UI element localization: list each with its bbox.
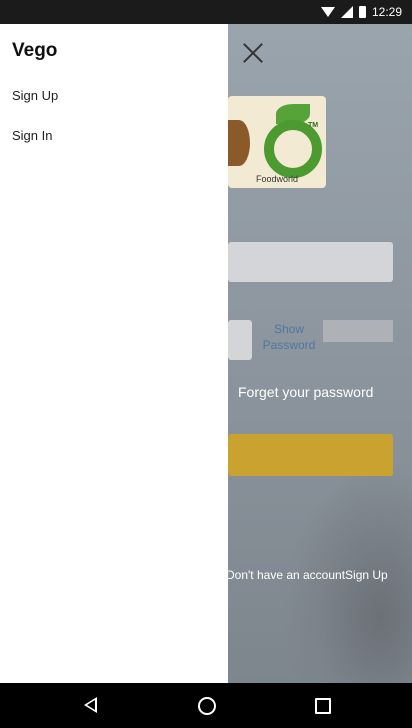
system-nav-bar (0, 683, 412, 728)
sign-up-prompt[interactable]: Don't have an accountSign Up (226, 568, 388, 582)
password-field-extension (323, 320, 393, 342)
sign-in-button[interactable] (228, 434, 393, 476)
recents-icon[interactable] (315, 698, 331, 714)
username-input[interactable] (228, 242, 393, 282)
logo-tm: TM (308, 122, 319, 129)
forget-password-link[interactable]: Forget your password (238, 384, 373, 400)
status-bar: 12:29 (0, 0, 412, 24)
logo-brown-shape (228, 120, 250, 166)
drawer-item-sign-in[interactable]: Sign In (12, 128, 52, 143)
logo-text: Foodworld (255, 174, 299, 184)
status-time: 12:29 (371, 5, 402, 19)
close-icon[interactable] (240, 40, 266, 66)
home-icon[interactable] (198, 697, 216, 715)
navigation-drawer: Vego Sign Up Sign In (0, 24, 228, 683)
password-input[interactable] (228, 320, 252, 360)
show-password-toggle[interactable]: Show Password (254, 321, 324, 353)
battery-icon (358, 6, 366, 18)
back-icon-inner (87, 700, 95, 710)
wifi-icon (320, 7, 335, 17)
foodworld-logo: TM Foodworld (228, 96, 326, 188)
signal-icon (340, 6, 353, 18)
drawer-title: Vego (12, 40, 58, 61)
status-icons: 12:29 (320, 5, 402, 19)
drawer-item-sign-up[interactable]: Sign Up (12, 88, 58, 103)
